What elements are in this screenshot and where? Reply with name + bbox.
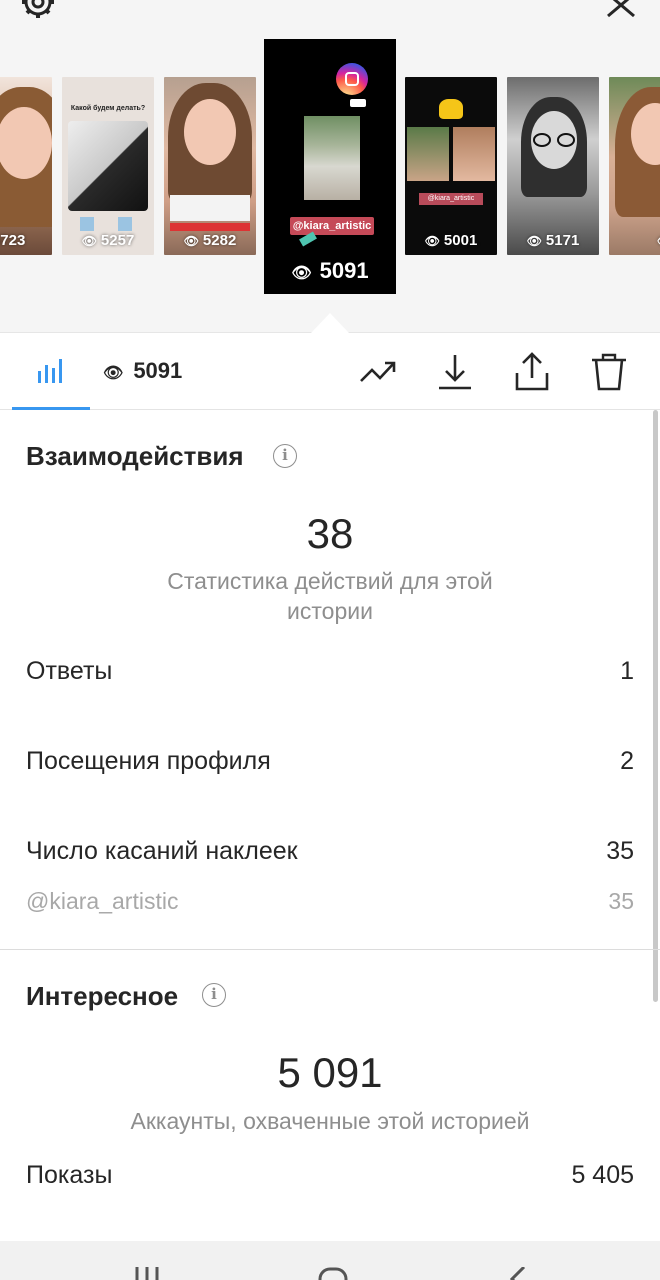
insights-tab[interactable] bbox=[12, 333, 90, 410]
scrollbar[interactable] bbox=[653, 410, 658, 1002]
mention-taps-value: 35 bbox=[608, 888, 634, 914]
story-views: 5091 bbox=[319, 258, 369, 283]
story-caption: Какой будем делать? bbox=[70, 105, 146, 112]
viewers-count-value: 5091 bbox=[133, 358, 183, 383]
eye-icon: 👁 bbox=[103, 365, 124, 382]
story-thumbnail-selected[interactable]: @kiara_artistic 👁 5091 bbox=[264, 39, 396, 294]
replies-value: 1 bbox=[620, 657, 634, 685]
download-icon[interactable] bbox=[434, 351, 476, 393]
replies-label: Ответы bbox=[26, 657, 113, 685]
story-strip: 👁5723 Какой будем делать? 👁5257 👁5282 @k… bbox=[0, 0, 660, 333]
system-nav-bar bbox=[0, 1241, 660, 1280]
info-icon[interactable]: i bbox=[202, 983, 226, 1007]
reach-total: 5 091 bbox=[277, 1049, 383, 1096]
story-views: 5723 bbox=[0, 232, 26, 249]
interactions-total: 38 bbox=[306, 510, 354, 557]
home-icon[interactable] bbox=[318, 1267, 348, 1280]
back-icon[interactable] bbox=[504, 1267, 528, 1280]
mention-taps-label: @kiara_artistic bbox=[26, 888, 179, 914]
mention-sticker: @kiara_artistic bbox=[290, 217, 374, 235]
story-thumbnail[interactable]: 👁 5171 bbox=[507, 77, 599, 255]
story-thumbnail[interactable]: @kiara_artistic 👁 5001 bbox=[405, 77, 497, 255]
trend-icon[interactable] bbox=[357, 351, 399, 393]
recents-icon[interactable] bbox=[133, 1267, 161, 1280]
mention-sticker: @kiara_artistic bbox=[419, 193, 483, 205]
close-icon[interactable] bbox=[604, 0, 638, 22]
eye-icon: 👁 bbox=[526, 234, 542, 248]
story-views: 5171 bbox=[545, 232, 580, 249]
story-views: 5257 bbox=[100, 232, 135, 249]
story-thumbnail[interactable]: Какой будем делать? 👁 5257 bbox=[62, 77, 154, 255]
selected-caret bbox=[311, 313, 349, 333]
profile-visits-label: Посещения профиля bbox=[26, 747, 271, 775]
interactions-title: Взаимодействия bbox=[26, 441, 244, 471]
profile-visits-value: 2 bbox=[620, 747, 634, 775]
trash-icon[interactable] bbox=[588, 351, 630, 393]
impressions-label: Показы bbox=[26, 1161, 113, 1189]
story-thumbnail[interactable]: 👁 5282 bbox=[164, 77, 256, 255]
story-views: 5001 bbox=[443, 232, 478, 249]
info-icon[interactable]: i bbox=[273, 444, 297, 468]
viewers-count[interactable]: 👁 5091 bbox=[103, 358, 182, 384]
story-thumbnail[interactable]: 👁5723 bbox=[0, 77, 52, 255]
insights-icon bbox=[38, 359, 62, 383]
discovery-title: Интересное bbox=[26, 981, 179, 1011]
gear-icon[interactable] bbox=[18, 0, 58, 22]
interactions-subtitle: Статистика действий для этой истории bbox=[167, 568, 493, 624]
reach-subtitle: Аккаунты, охваченные этой историей bbox=[130, 1108, 530, 1134]
eye-icon: 👁 bbox=[81, 234, 97, 248]
sticker-taps-value: 35 bbox=[606, 837, 634, 865]
eye-icon: 👁 bbox=[183, 234, 199, 248]
section-divider bbox=[0, 949, 660, 950]
eye-icon: 👁 bbox=[291, 265, 312, 282]
story-thumbnail[interactable]: 👁52 bbox=[609, 77, 660, 255]
impressions-value: 5 405 bbox=[571, 1161, 634, 1189]
instagram-icon bbox=[336, 63, 368, 95]
story-toolbar: 👁 5091 bbox=[0, 333, 660, 410]
eye-icon: 👁 bbox=[424, 234, 440, 248]
share-icon[interactable] bbox=[511, 351, 553, 393]
sticker-taps-label: Число касаний наклеек bbox=[26, 837, 298, 865]
story-views: 5282 bbox=[202, 232, 237, 249]
